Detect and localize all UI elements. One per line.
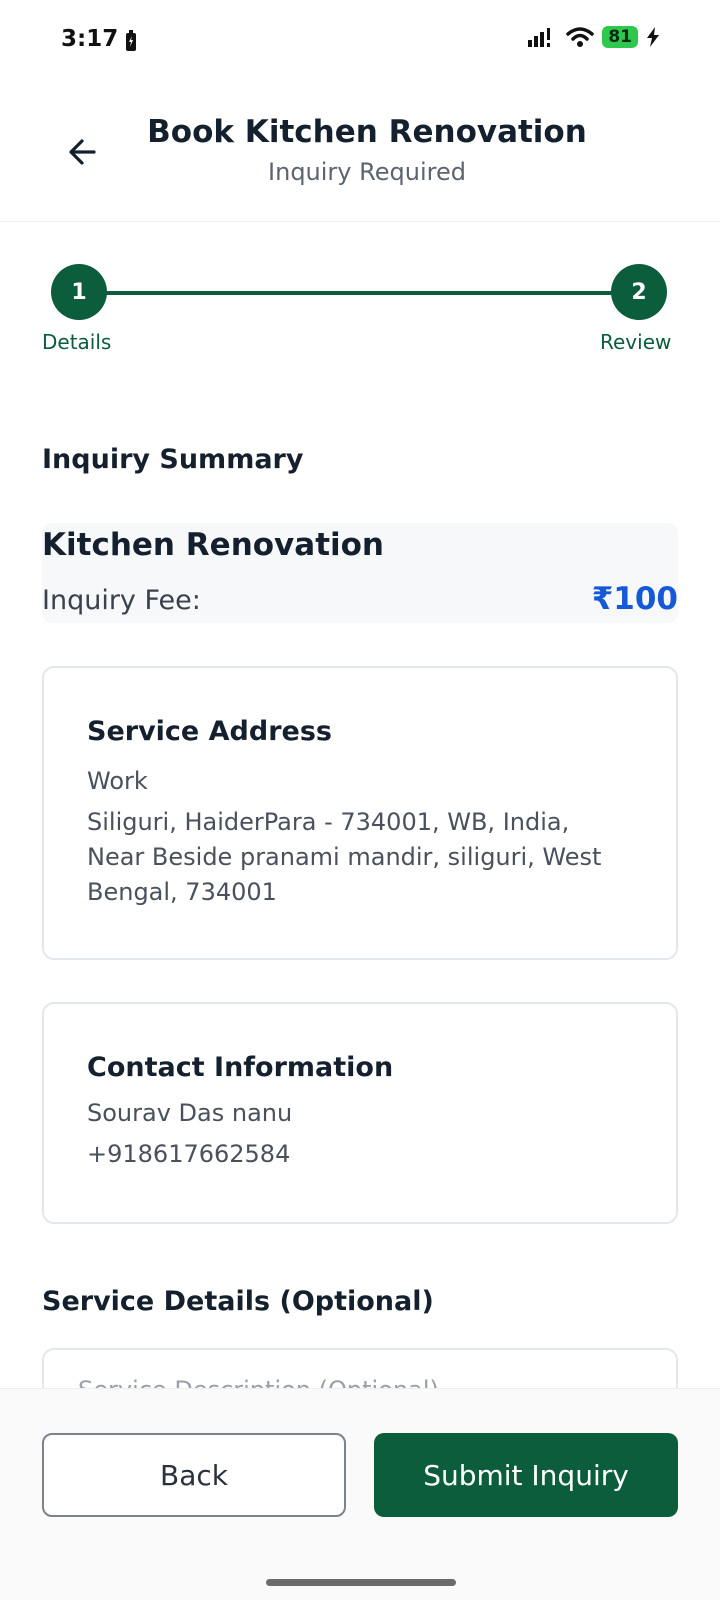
page-subtitle: Inquiry Required <box>268 158 466 186</box>
battery-saver-icon <box>126 30 136 51</box>
service-address-card: Service Address Work Siliguri, HaiderPar… <box>42 666 678 960</box>
fee-label: Inquiry Fee: <box>42 585 201 616</box>
address-line-1: Siliguri, HaiderPara - 734001, WB, India… <box>87 808 570 836</box>
address-line-2: Near Beside pranami mandir, siliguri, We… <box>87 843 602 871</box>
step-2-label: Review <box>600 330 672 354</box>
service-name: Kitchen Renovation <box>42 527 384 563</box>
contact-phone: +918617662584 <box>87 1140 291 1168</box>
step-1-label: Details <box>42 330 112 354</box>
battery-level: 81 <box>602 26 638 48</box>
status-icons: 81 <box>528 26 660 48</box>
page-title: Book Kitchen Renovation <box>147 114 587 150</box>
progress-stepper: 1 2 Details Review <box>0 262 720 362</box>
summary-heading: Inquiry Summary <box>42 444 304 475</box>
address-line-3: Bengal, 734001 <box>87 878 277 906</box>
fee-value: ₹100 <box>591 581 678 617</box>
address-type: Work <box>87 767 148 795</box>
summary-box: Kitchen Renovation Inquiry Fee: ₹100 <box>42 523 678 623</box>
contact-title: Contact Information <box>87 1052 394 1083</box>
service-details-heading: Service Details (Optional) <box>42 1286 434 1317</box>
bottom-action-bar: Back Submit Inquiry <box>0 1388 720 1600</box>
home-indicator[interactable] <box>266 1579 456 1586</box>
charging-icon <box>647 27 659 47</box>
step-connector <box>106 291 612 295</box>
address-title: Service Address <box>87 716 332 747</box>
back-button[interactable]: Back <box>42 1433 346 1517</box>
wifi-icon <box>566 27 595 47</box>
contact-name: Sourav Das nanu <box>87 1099 293 1127</box>
status-time: 3:17 <box>61 26 119 52</box>
submit-inquiry-button[interactable]: Submit Inquiry <box>374 1433 678 1517</box>
step-1-indicator: 1 <box>51 264 107 320</box>
status-bar: 3:17 81 <box>0 0 720 84</box>
contact-info-card: Contact Information Sourav Das nanu +918… <box>42 1002 678 1224</box>
signal-icon <box>528 28 551 47</box>
header: Book Kitchen Renovation Inquiry Required <box>0 84 720 222</box>
step-2-indicator: 2 <box>611 264 667 320</box>
